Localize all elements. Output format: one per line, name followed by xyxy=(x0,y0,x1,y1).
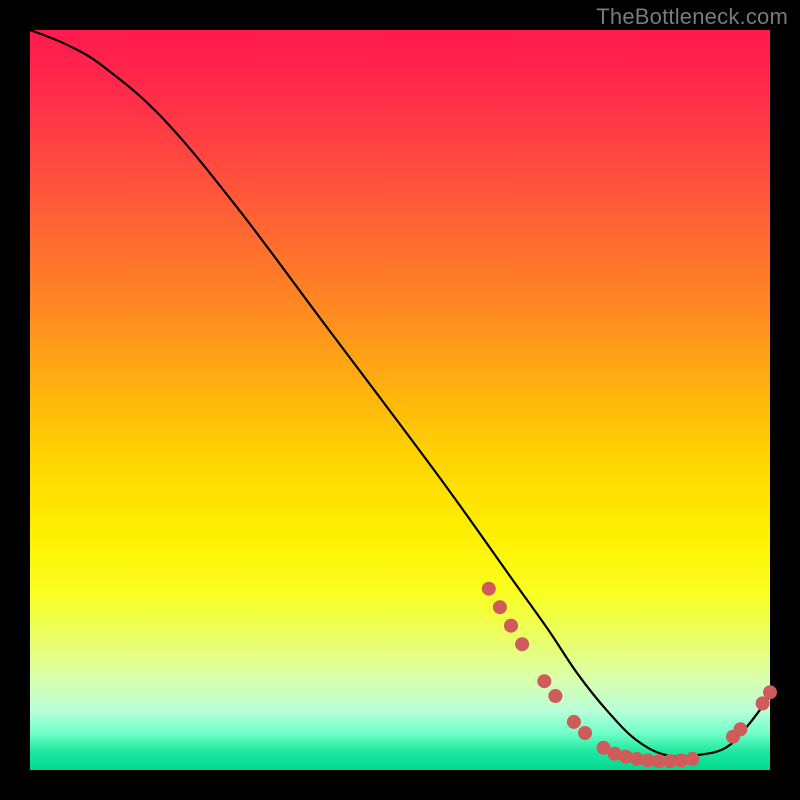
data-marker xyxy=(493,600,507,614)
plot-area xyxy=(30,30,770,770)
data-marker xyxy=(578,726,592,740)
data-marker xyxy=(763,685,777,699)
data-marker xyxy=(537,674,551,688)
data-marker xyxy=(685,752,699,766)
data-marker xyxy=(567,715,581,729)
bottleneck-curve xyxy=(30,30,770,757)
curve-layer xyxy=(30,30,770,770)
data-marker xyxy=(515,637,529,651)
data-marker xyxy=(482,582,496,596)
data-marker xyxy=(504,619,518,633)
marker-group xyxy=(482,582,777,768)
chart-frame: TheBottleneck.com xyxy=(0,0,800,800)
data-marker xyxy=(733,722,747,736)
watermark-label: TheBottleneck.com xyxy=(596,4,788,30)
data-marker xyxy=(548,689,562,703)
